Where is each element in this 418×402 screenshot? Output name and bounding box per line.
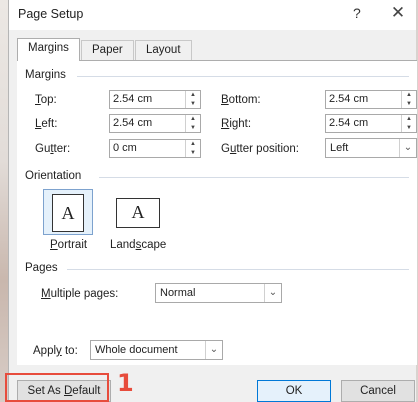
dialog-title: Page Setup <box>18 7 84 21</box>
left-margin-value: 2.54 cm <box>113 117 153 129</box>
landscape-page-icon: A <box>116 198 160 228</box>
gutter-label: Gutter: <box>35 143 71 155</box>
page-setup-dialog: Page Setup ? ✕ Margins Paper Layout Marg… <box>8 0 417 402</box>
multiple-pages-label: Multiple pages: <box>41 288 119 300</box>
help-button[interactable]: ? <box>353 5 361 21</box>
bottom-label: Bottom: <box>221 94 261 106</box>
divider <box>77 76 409 77</box>
landscape-option[interactable]: A <box>113 189 163 235</box>
left-label: Left: <box>35 118 58 130</box>
top-margin-spinner[interactable]: 2.54 cm ▲ ▼ <box>109 90 201 109</box>
spin-down-icon[interactable]: ▼ <box>402 124 416 132</box>
right-margin-spinner[interactable]: 2.54 cm ▲ ▼ <box>325 114 417 133</box>
margins-panel: Margins Top: 2.54 cm ▲ ▼ Bottom: 2.54 cm … <box>17 60 417 365</box>
pages-section-label: Pages <box>25 262 58 274</box>
spin-down-icon[interactable]: ▼ <box>402 100 416 108</box>
gutter-spinner[interactable]: 0 cm ▲ ▼ <box>109 139 201 158</box>
portrait-page-icon: A <box>52 194 84 232</box>
close-button[interactable]: ✕ <box>383 2 413 26</box>
tab-paper[interactable]: Paper <box>81 40 134 60</box>
annotation-number: 1 <box>117 369 134 397</box>
title-bar: Page Setup ? ✕ <box>9 0 416 30</box>
right-label: Right: <box>221 118 252 130</box>
spin-up-icon[interactable]: ▲ <box>186 140 200 148</box>
portrait-option[interactable]: A <box>43 189 93 235</box>
gutter-position-label: Gutter position: <box>221 143 300 155</box>
landscape-label: Landscape <box>110 239 167 251</box>
apply-to-value: Whole document <box>95 344 178 356</box>
gutter-value: 0 cm <box>113 142 137 154</box>
divider <box>67 269 409 270</box>
multiple-pages-value: Normal <box>160 287 196 299</box>
margins-section-label: Margins <box>25 69 66 81</box>
spin-down-icon[interactable]: ▼ <box>186 124 200 132</box>
highlight-box <box>5 373 109 402</box>
apply-to-select[interactable]: Whole document ⌄ <box>90 340 223 360</box>
spin-down-icon[interactable]: ▼ <box>186 100 200 108</box>
apply-to-label: Apply to: <box>33 345 78 357</box>
tab-margins[interactable]: Margins <box>17 38 80 61</box>
divider <box>99 177 409 178</box>
spin-down-icon[interactable]: ▼ <box>186 149 200 157</box>
cancel-button[interactable]: Cancel <box>341 380 415 402</box>
gutter-position-value: Left <box>330 142 349 154</box>
top-label: Top: <box>35 94 57 106</box>
orientation-section-label: Orientation <box>25 170 82 182</box>
spin-up-icon[interactable]: ▲ <box>402 115 416 123</box>
bottom-margin-value: 2.54 cm <box>329 93 369 105</box>
top-margin-value: 2.54 cm <box>113 93 153 105</box>
left-margin-spinner[interactable]: 2.54 cm ▲ ▼ <box>109 114 201 133</box>
right-margin-value: 2.54 cm <box>329 117 369 129</box>
gutter-position-select[interactable]: Left ⌄ <box>325 138 417 158</box>
tab-layout[interactable]: Layout <box>135 40 192 60</box>
portrait-label: Portrait <box>50 239 88 251</box>
chevron-down-icon: ⌄ <box>205 341 222 359</box>
multiple-pages-select[interactable]: Normal ⌄ <box>155 283 282 303</box>
chevron-down-icon: ⌄ <box>264 284 281 302</box>
spin-up-icon[interactable]: ▲ <box>402 91 416 99</box>
ok-button[interactable]: OK <box>257 380 331 402</box>
chevron-down-icon: ⌄ <box>399 139 416 157</box>
bottom-margin-spinner[interactable]: 2.54 cm ▲ ▼ <box>325 90 417 109</box>
spin-up-icon[interactable]: ▲ <box>186 115 200 123</box>
spin-up-icon[interactable]: ▲ <box>186 91 200 99</box>
